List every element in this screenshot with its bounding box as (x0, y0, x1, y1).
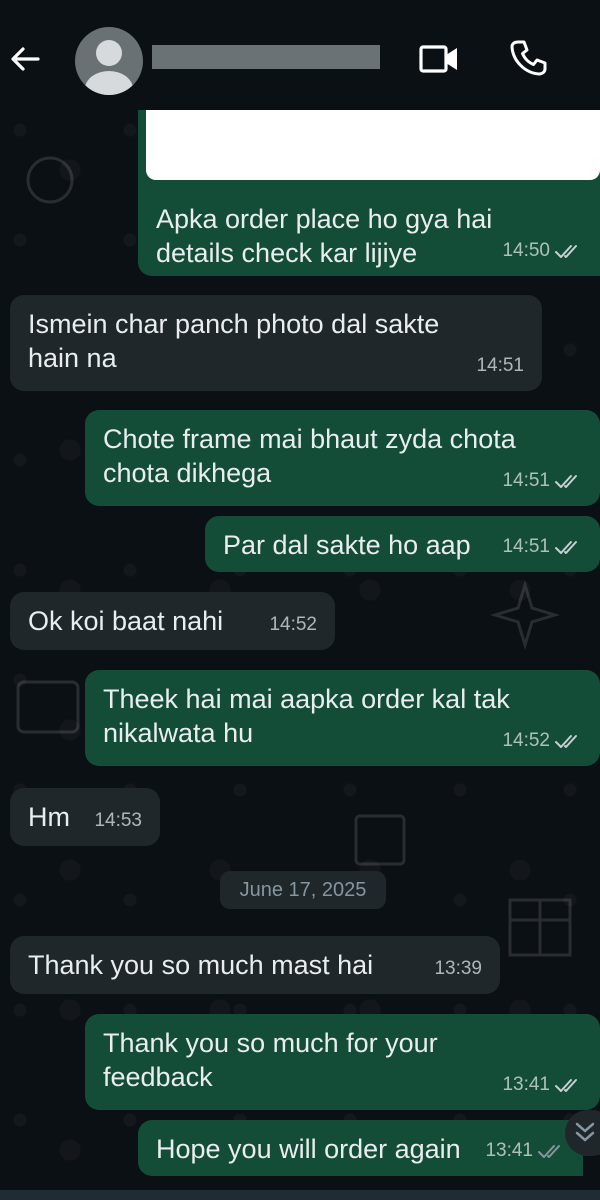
read-receipt-icon (555, 245, 577, 258)
chat-header: 91 98790 35... (0, 0, 600, 110)
message-meta: 13:41 (502, 1068, 586, 1102)
message-timestamp: 14:52 (269, 614, 317, 635)
message-timestamp: 14:50 (502, 240, 550, 261)
read-receipt-icon (555, 735, 577, 748)
outgoing-message-bubble[interactable]: Par dal sakte ho aap 14:51 (205, 516, 600, 572)
read-receipt-icon (555, 541, 577, 554)
incoming-message-bubble[interactable]: Ismein char panch photo dal sakte hain n… (10, 295, 542, 391)
composer-edge (0, 1190, 600, 1200)
message-meta: 14:51 (502, 530, 586, 564)
message-timestamp: 14:51 (502, 536, 550, 557)
scroll-to-bottom-button[interactable] (565, 1110, 600, 1156)
message-meta: 14:50 (502, 234, 586, 268)
incoming-message-bubble[interactable]: Hm 14:53 (10, 788, 160, 846)
outgoing-message-bubble[interactable]: Thank you so much for your feedback 13:41 (85, 1014, 600, 1110)
message-meta: 14:53 (94, 804, 142, 838)
wallpaper-doodle-icon (26, 156, 74, 204)
wallpaper-doodle-icon (16, 680, 80, 734)
wallpaper-doodle-icon (354, 814, 406, 866)
message-text: Thank you so much mast hai (28, 950, 374, 980)
incoming-message-bubble[interactable]: Thank you so much mast hai 13:39 (10, 936, 500, 994)
contact-name[interactable]: 91 98790 35... (152, 45, 380, 69)
outgoing-message-bubble[interactable]: Apka order place ho gya hai details chec… (138, 190, 600, 276)
message-meta: 13:39 (434, 952, 482, 986)
default-avatar-icon (85, 40, 133, 95)
wallpaper-doodle-icon (490, 580, 560, 650)
read-receipt-icon (555, 1079, 577, 1092)
phone-icon[interactable] (508, 38, 548, 78)
message-timestamp: 13:41 (485, 1140, 533, 1161)
read-receipt-icon (555, 475, 577, 488)
back-arrow-icon[interactable] (8, 42, 42, 76)
message-timestamp: 14:52 (502, 730, 550, 751)
image-attachment[interactable] (146, 110, 600, 180)
message-meta: 14:52 (269, 608, 317, 642)
message-meta: 14:52 (502, 724, 586, 758)
message-meta: 13:41 (485, 1134, 569, 1168)
date-separator: June 17, 2025 (220, 871, 386, 909)
outgoing-message-bubble[interactable]: Chote frame mai bhaut zyda chota chota d… (85, 410, 600, 506)
video-call-icon[interactable] (418, 42, 460, 76)
message-timestamp: 14:51 (476, 355, 524, 376)
chat-area: Apka order place ho gya hai details chec… (0, 110, 600, 1200)
message-text: Ismein char panch photo dal sakte hain n… (28, 309, 440, 373)
wallpaper-doodle-icon (508, 898, 572, 957)
message-timestamp: 13:41 (502, 1074, 550, 1095)
message-timestamp: 14:53 (94, 810, 142, 831)
message-meta: 14:51 (502, 464, 586, 498)
outgoing-message-bubble[interactable]: Hope you will order again 13:41 (138, 1120, 583, 1176)
message-timestamp: 14:51 (502, 470, 550, 491)
message-meta: 14:51 (476, 349, 524, 383)
chevron-double-down-icon (575, 1122, 595, 1142)
message-timestamp: 13:39 (434, 958, 482, 979)
avatar[interactable] (75, 27, 143, 95)
outgoing-message-bubble[interactable]: Theek hai mai aapka order kal tak nikalw… (85, 670, 600, 766)
incoming-message-bubble[interactable]: Ok koi baat nahi 14:52 (10, 592, 335, 650)
